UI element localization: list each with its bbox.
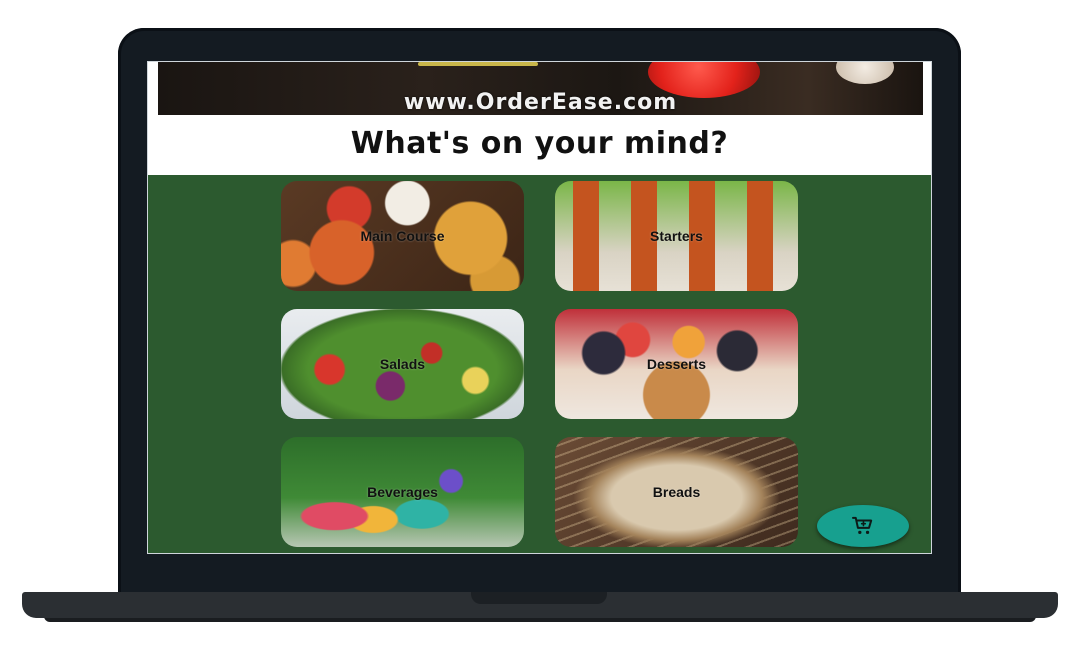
garlic-image — [836, 62, 894, 84]
laptop-notch — [471, 592, 607, 604]
banner-decor — [418, 62, 538, 66]
category-starters[interactable]: Starters — [555, 181, 798, 291]
category-desserts[interactable]: Desserts — [555, 309, 798, 419]
category-label: Main Course — [360, 228, 445, 244]
page-title: What's on your mind? — [350, 126, 729, 161]
category-beverages[interactable]: Beverages — [281, 437, 524, 547]
category-label: Desserts — [646, 356, 707, 372]
category-label: Breads — [652, 484, 701, 500]
laptop-mockup: www.OrderEase.com What's on your mind? M… — [0, 0, 1080, 667]
site-url: www.OrderEase.com — [403, 90, 678, 115]
category-label: Salads — [379, 356, 426, 372]
category-salads[interactable]: Salads — [281, 309, 524, 419]
category-main-course[interactable]: Main Course — [281, 181, 524, 291]
cart-button[interactable] — [817, 505, 909, 547]
category-label: Beverages — [367, 484, 438, 500]
hero-banner: www.OrderEase.com — [158, 62, 923, 115]
cart-icon — [852, 516, 873, 534]
category-label: Starters — [650, 228, 703, 244]
app-screen: www.OrderEase.com What's on your mind? M… — [147, 61, 932, 554]
category-breads[interactable]: Breads — [555, 437, 798, 547]
header-section: www.OrderEase.com What's on your mind? — [148, 62, 931, 175]
